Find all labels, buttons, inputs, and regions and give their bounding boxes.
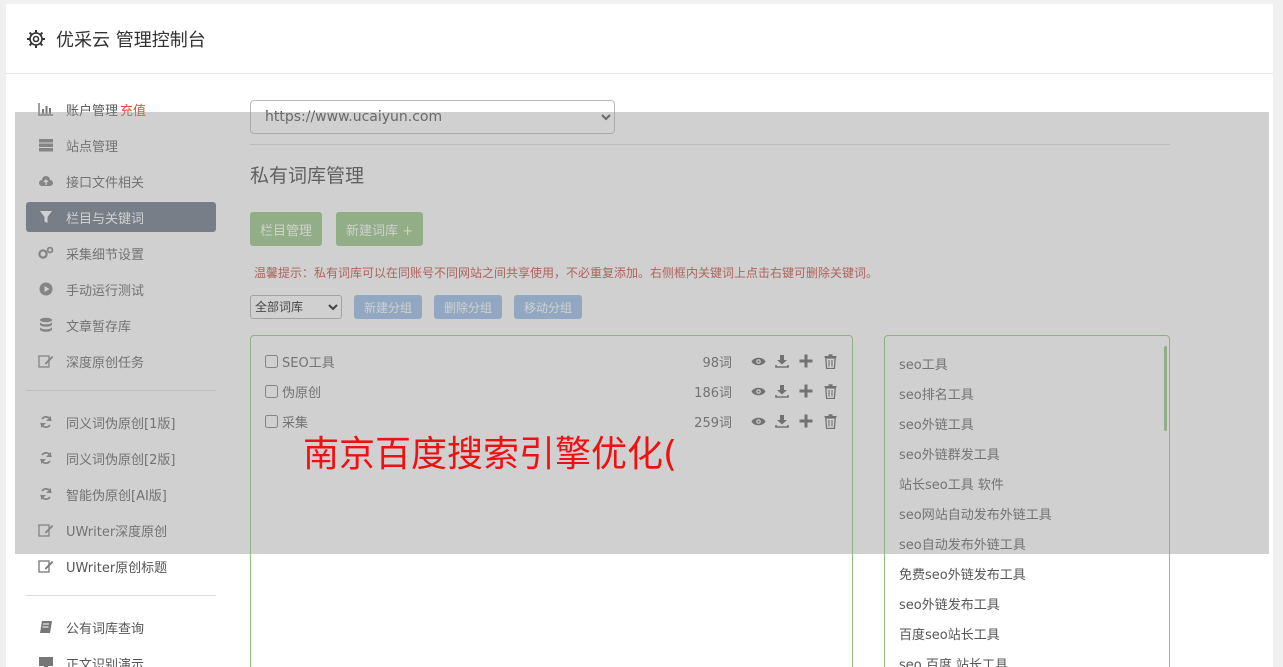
top-bar: 优采云 管理控制台: [6, 4, 1273, 74]
sidebar-item-label: 公有词库查询: [66, 621, 145, 637]
monitor-icon: [38, 655, 54, 667]
keyword-item[interactable]: 免费seo外链发布工具: [899, 558, 1155, 588]
book-icon: [38, 619, 54, 635]
overlay-promo-text: 南京百度搜索引擎优化(: [303, 434, 678, 475]
keyword-item[interactable]: seo外链发布工具: [899, 588, 1155, 618]
edit-icon: [38, 558, 54, 574]
sidebar-item-label: UWriter原创标题: [66, 560, 168, 576]
keyword-item[interactable]: 百度seo站长工具: [899, 618, 1155, 648]
app-title: 优采云 管理控制台: [56, 29, 206, 51]
keyword-item[interactable]: seo 百度 站长工具: [899, 648, 1155, 667]
sidebar-item-14[interactable]: 公有词库查询: [26, 612, 216, 642]
gray-overlay: [15, 112, 1269, 554]
gear-icon: [27, 29, 45, 48]
sidebar-item-15[interactable]: 正文识别演示: [26, 648, 216, 667]
sidebar-item-label: 正文识别演示: [66, 657, 145, 667]
sidebar-item-13[interactable]: UWriter原创标题: [26, 551, 216, 581]
nav-divider: [26, 595, 216, 596]
